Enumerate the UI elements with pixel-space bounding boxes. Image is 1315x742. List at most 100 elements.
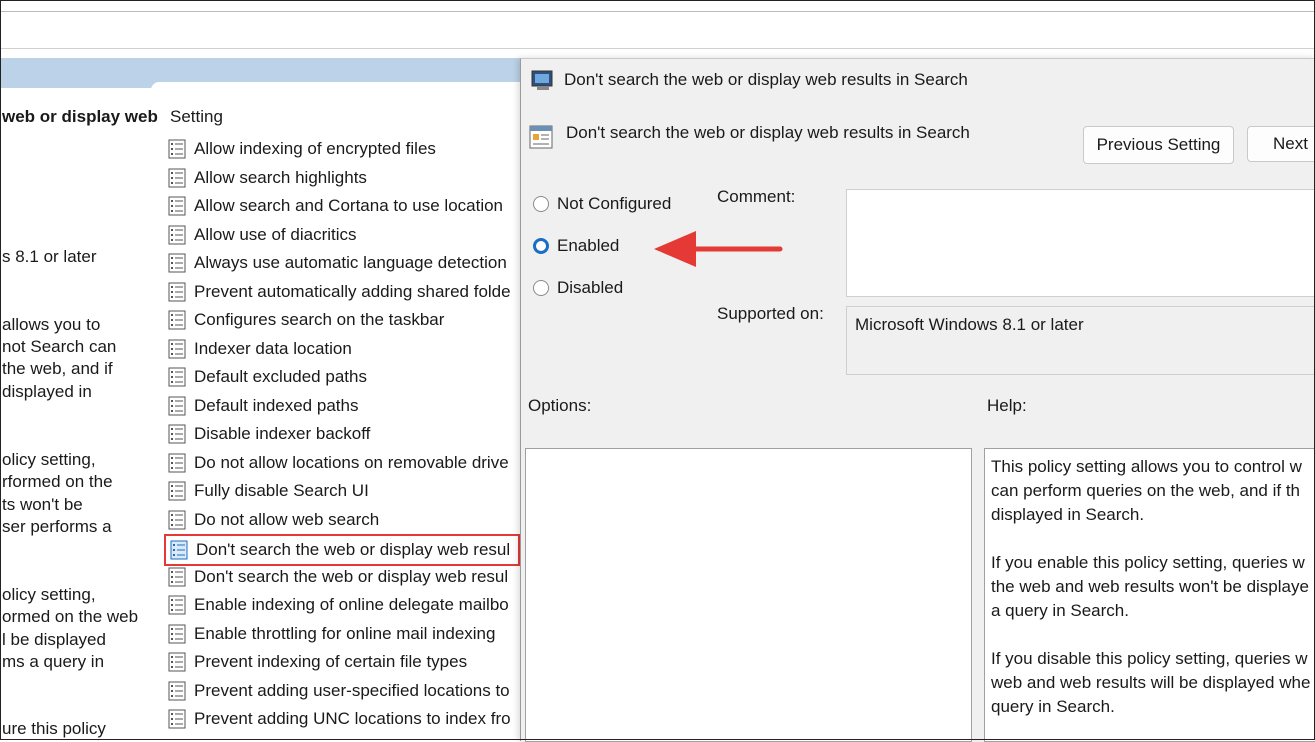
description-line: ure this policy [2,719,106,738]
setting-label: Allow search highlights [194,167,367,187]
setting-label: Configures search on the taskbar [194,310,445,329]
setting-label: Prevent adding user-specified locations … [194,680,510,700]
policy-setting-icon [168,282,186,302]
options-label: Options: [528,396,592,415]
policy-setting-icon [168,424,186,444]
setting-row[interactable]: Always use automatic language detection [168,250,520,276]
supported-on-label: Supported on: [717,304,824,323]
policy-setting-icon [168,139,186,159]
policy-setting-icon [168,168,186,188]
policy-setting-icon [168,225,186,245]
help-paragraph: If you enable this policy setting, queri… [991,553,1309,620]
setting-row[interactable]: Fully disable Search UI [168,478,520,504]
setting-column-header[interactable]: Setting [170,107,223,127]
setting-row[interactable]: Indexer data location [168,336,520,362]
setting-row[interactable]: Prevent adding UNC locations to index fr… [168,706,520,732]
setting-row[interactable]: Allow search and Cortana to use location [168,193,520,219]
setting-label: Allow search and Cortana to use location [194,196,504,215]
policy-setting-icon [168,310,186,330]
setting-row[interactable]: Prevent indexing of certain file types [168,649,520,675]
policy-name-heading: Don't search the web or display web resu… [566,123,970,142]
description-line: ts won't be [2,495,83,514]
policy-setting-icon [168,567,186,587]
description-line: s 8.1 or later [2,247,97,266]
description-line: olicy setting, [2,585,96,604]
description-line: ms a query in [2,652,105,671]
setting-row[interactable]: Allow search highlights [168,165,520,191]
radio-enabled[interactable]: Enabled [533,236,619,256]
setting-row[interactable]: Default excluded paths [168,364,520,390]
policy-setting-icon [168,481,186,501]
setting-label: Fully disable Search UI [194,481,369,500]
setting-row[interactable]: Default indexed paths [168,393,520,419]
radio-button-icon[interactable] [533,280,549,296]
description-line: ormed on the web [2,607,139,626]
previous-setting-button[interactable]: Previous Setting [1083,126,1234,164]
description-line: displayed in [2,382,92,401]
policy-setting-icon [168,652,186,672]
policy-setting-icon [168,709,186,729]
setting-label: Enable indexing of online delegate mailb… [194,595,509,614]
setting-row[interactable]: Don't search the web or display web resu… [168,564,520,590]
description-line: l be displayed [2,630,106,649]
radio-disabled[interactable]: Disabled [533,278,623,298]
description-line: the web, and if [2,359,113,378]
policy-setting-icon [170,540,188,560]
setting-label: Allow indexing of encrypted files [194,139,436,158]
supported-on-field: Microsoft Windows 8.1 or later [846,306,1315,375]
setting-row[interactable]: Prevent adding user-specified locations … [168,678,520,704]
setting-row[interactable]: Do not allow web search [168,507,520,533]
setting-label: Prevent automatically adding shared fold… [194,281,511,301]
setting-label: Default excluded paths [194,367,367,386]
setting-row[interactable]: Allow indexing of encrypted files [168,136,520,162]
setting-label: Do not allow locations on removable driv… [194,452,509,472]
radio-button-checked-icon[interactable] [533,238,549,254]
policy-setting-icon [168,681,186,701]
next-setting-button[interactable]: Next [1247,126,1315,162]
setting-label: Prevent adding UNC locations to index fr… [194,709,511,728]
policy-setting-icon [168,339,186,359]
toolbar-strip [1,12,1314,49]
policy-setting-icon [168,196,186,216]
description-line: not Search can [2,337,117,356]
setting-label: Don't search the web or display web resu… [196,540,511,559]
help-label: Help: [987,396,1027,415]
description-line: olicy setting, [2,450,96,469]
help-paragraph: This policy setting allows you to contro… [991,457,1302,524]
description-title: web or display web [2,107,158,126]
window-top-strip [1,1,1314,12]
comment-label: Comment: [717,187,796,206]
radio-label: Not Configured [557,194,672,213]
options-panel [525,448,972,742]
setting-row[interactable]: Enable throttling for online mail indexi… [168,621,520,647]
comment-textarea[interactable] [846,189,1315,297]
radio-label: Enabled [557,236,620,255]
setting-label: Prevent indexing of certain file types [194,652,468,671]
description-line: rformed on the [2,472,113,491]
setting-row[interactable]: Allow use of diacritics [168,222,520,248]
setting-row[interactable]: Configures search on the taskbar [168,307,520,333]
setting-label: Always use automatic language detection [194,253,507,272]
policy-document-icon [529,125,553,149]
policy-setting-icon [168,396,186,416]
policy-setting-icon [168,367,186,387]
radio-not-configured[interactable]: Not Configured [533,194,671,214]
setting-label: Disable indexer backoff [194,424,371,443]
setting-label: Don't search the web or display web resu… [194,566,509,586]
help-panel[interactable]: This policy setting allows you to contro… [984,448,1315,742]
description-line: ser performs a [2,517,112,536]
help-paragraph: If you disable this policy setting, quer… [991,649,1311,716]
setting-label: Allow use of diacritics [194,224,357,244]
setting-row[interactable]: Prevent automatically adding shared fold… [168,279,520,305]
radio-button-icon[interactable] [533,196,549,212]
supported-on-value: Microsoft Windows 8.1 or later [855,315,1084,334]
setting-row-selected[interactable]: Don't search the web or display web resu… [164,534,520,566]
setting-row[interactable]: Enable indexing of online delegate mailb… [168,592,520,618]
group-policy-window-icon [531,70,553,90]
setting-row[interactable]: Disable indexer backoff [168,421,520,447]
header-band [1,58,521,92]
setting-label: Indexer data location [194,338,352,358]
setting-row[interactable]: Do not allow locations on removable driv… [168,450,520,476]
setting-label: Default indexed paths [194,395,359,415]
radio-label: Disabled [557,278,624,297]
